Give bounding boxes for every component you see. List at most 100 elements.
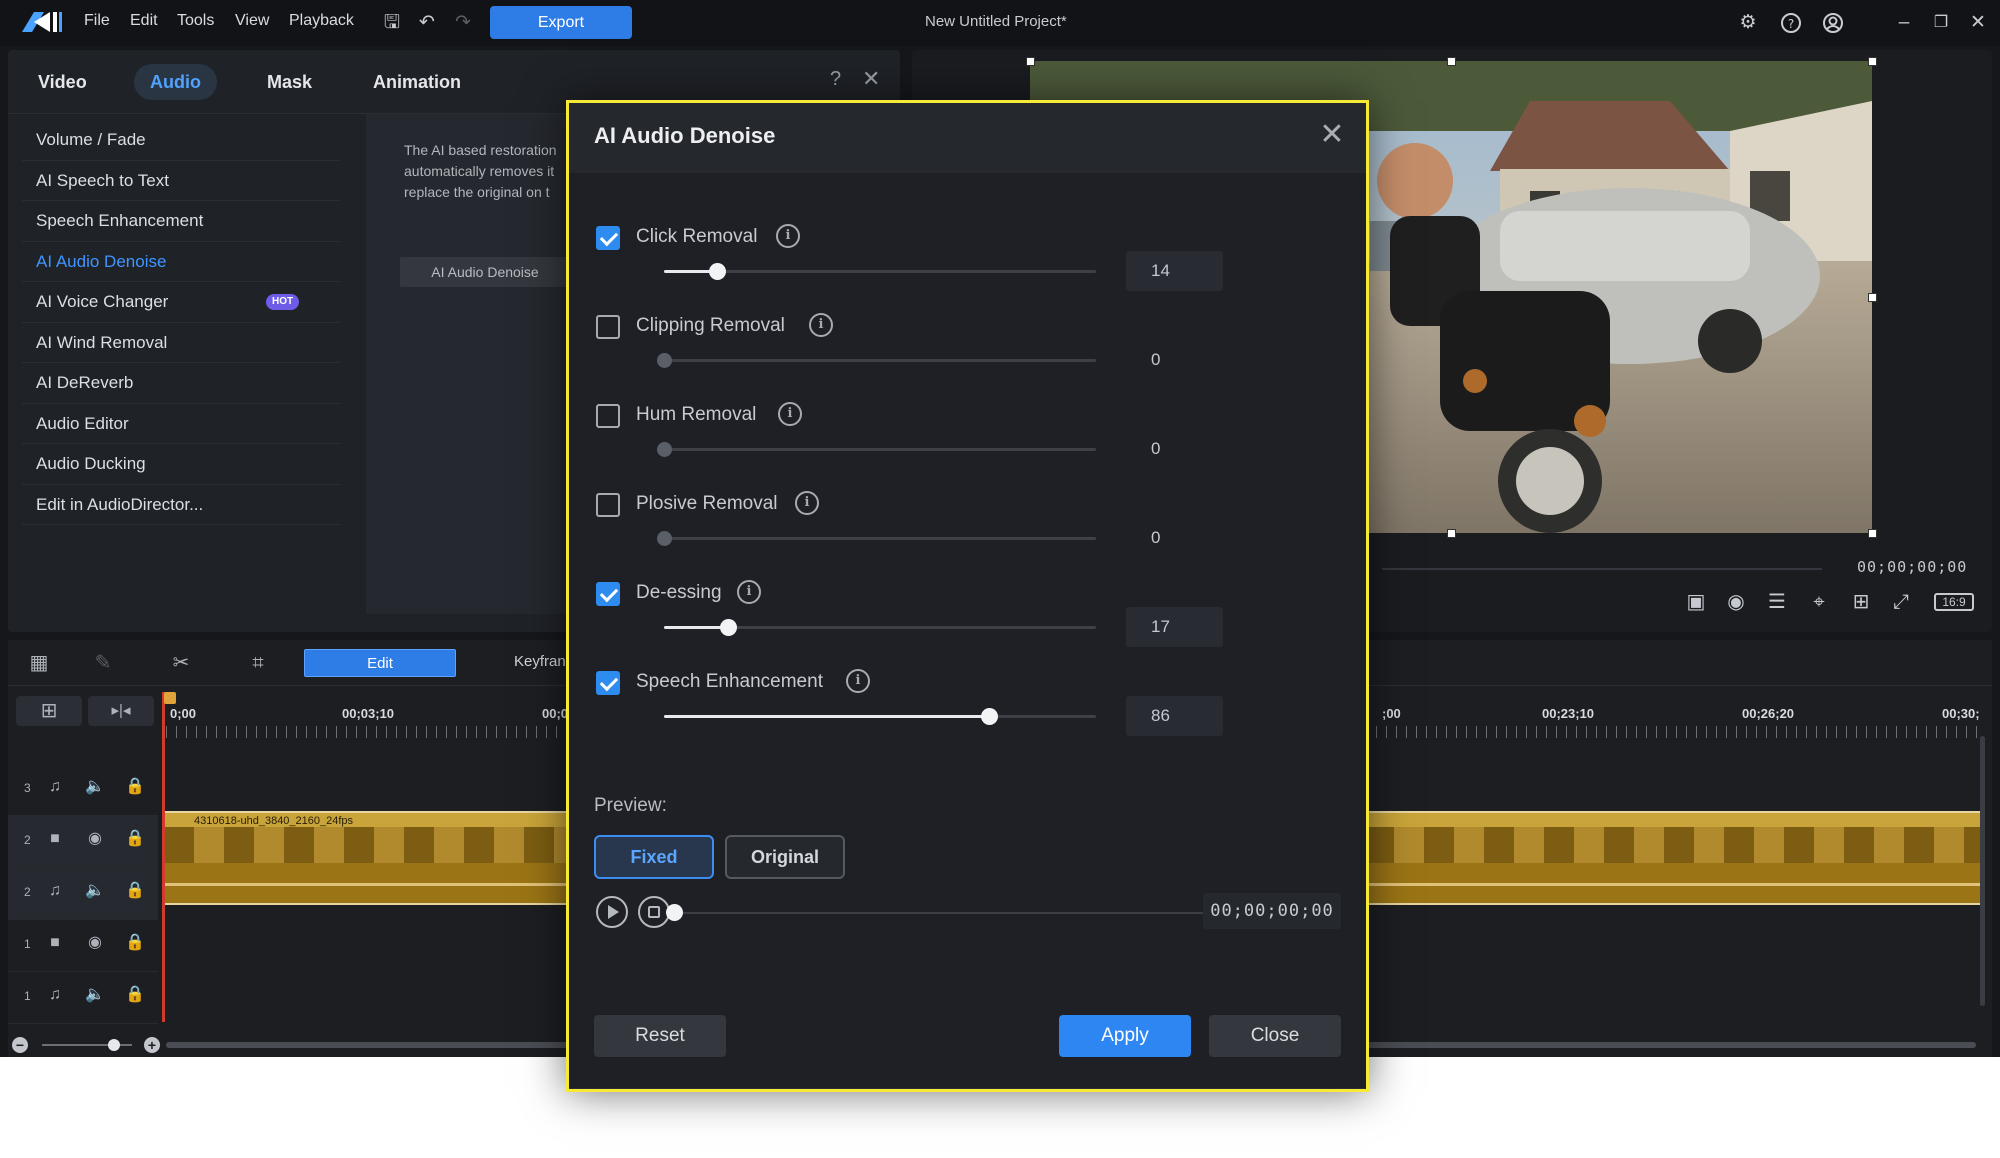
feature-ai-dereverb[interactable]: AI DeReverb (22, 363, 340, 404)
panel-help-icon[interactable]: ? (830, 68, 841, 91)
menu-view[interactable]: View (235, 12, 269, 30)
eye-icon[interactable]: ◉ (84, 828, 106, 850)
crop-icon[interactable]: ⌗ (243, 648, 273, 678)
fit-timeline-icon[interactable]: ▸|◂ (88, 696, 154, 726)
preview-fixed-button[interactable]: Fixed (594, 835, 714, 879)
speech-enhancement-value[interactable]: 86 (1126, 696, 1223, 736)
click-removal-slider[interactable] (664, 263, 1096, 280)
resize-handle[interactable] (1447, 529, 1456, 538)
feature-speech-enhancement[interactable]: Speech Enhancement (22, 201, 340, 242)
window-close-icon[interactable]: ✕ (1965, 10, 1991, 36)
zoom-icon[interactable]: ⌖ (1805, 588, 1833, 616)
resize-handle[interactable] (1026, 57, 1035, 66)
clipping-removal-value[interactable]: 0 (1126, 340, 1223, 380)
de-essing-value[interactable]: 17 (1126, 607, 1223, 647)
click-removal-value[interactable]: 14 (1126, 251, 1223, 291)
resize-handle[interactable] (1447, 57, 1456, 66)
tab-animation[interactable]: Animation (357, 64, 477, 100)
slider-knob[interactable] (708, 263, 726, 280)
aspect-ratio-button[interactable]: 16:9 (1934, 593, 1974, 611)
lock-icon[interactable]: 🔒 (124, 828, 146, 850)
de-essing-slider[interactable] (664, 619, 1096, 636)
subtitle-icon[interactable]: ☰ (1763, 588, 1791, 616)
edit-button[interactable]: Edit (304, 649, 456, 677)
save-icon[interactable]: 🖫 (379, 10, 405, 36)
undo-icon[interactable]: ↶ (414, 10, 440, 36)
speech-enhancement-checkbox[interactable] (596, 671, 620, 695)
hum-removal-value[interactable]: 0 (1126, 429, 1223, 469)
apply-button[interactable]: Apply (1059, 1015, 1191, 1057)
gear-icon[interactable]: ⚙ (1735, 10, 1761, 36)
info-icon[interactable]: i (809, 313, 833, 337)
snapshot-icon[interactable]: ▣ (1682, 588, 1710, 616)
feature-audio-editor[interactable]: Audio Editor (22, 404, 340, 444)
panel-close-icon[interactable]: ✕ (862, 66, 880, 92)
pen-icon[interactable]: ✎ (88, 648, 118, 678)
menu-tools[interactable]: Tools (177, 12, 214, 30)
preview-seek-knob[interactable] (666, 904, 683, 921)
slider-knob[interactable] (657, 442, 672, 457)
lock-icon[interactable]: 🔒 (124, 984, 146, 1006)
restore-icon[interactable]: ❐ (1928, 10, 1954, 36)
zoom-in-icon[interactable]: + (144, 1037, 160, 1053)
info-icon[interactable]: i (778, 402, 802, 426)
feature-audio-ducking[interactable]: Audio Ducking (22, 444, 340, 485)
hum-removal-checkbox[interactable] (596, 404, 620, 428)
feature-ai-wind-removal[interactable]: AI Wind Removal (22, 323, 340, 363)
slider-knob[interactable] (657, 531, 672, 546)
keyframe-button[interactable]: Keyfran (514, 653, 566, 670)
eye-icon[interactable]: ◉ (84, 932, 106, 954)
zoom-out-icon[interactable]: − (12, 1037, 28, 1053)
lock-icon[interactable]: 🔒 (124, 932, 146, 954)
plosive-removal-value[interactable]: 0 (1126, 518, 1223, 558)
info-icon[interactable]: i (795, 491, 819, 515)
de-essing-checkbox[interactable] (596, 582, 620, 606)
resize-handle[interactable] (1868, 529, 1877, 538)
speaker-icon[interactable]: 🔈 (84, 776, 106, 798)
redo-icon[interactable]: ↷ (450, 10, 476, 36)
plosive-removal-slider[interactable] (657, 531, 1096, 546)
close-button[interactable]: Close (1209, 1015, 1341, 1057)
lock-icon[interactable]: 🔒 (124, 776, 146, 798)
add-track-icon[interactable]: ⊞ (16, 696, 82, 726)
feature-ai-speech-to-text[interactable]: AI Speech to Text (22, 161, 340, 201)
fullscreen-icon[interactable]: ⤢ (1887, 588, 1915, 616)
minimize-icon[interactable]: – (1891, 10, 1917, 36)
zoom-slider-knob[interactable] (108, 1039, 120, 1051)
feature-ai-voice-changer[interactable]: AI Voice Changer HOT (22, 282, 340, 323)
menu-file[interactable]: File (84, 12, 110, 30)
menu-edit[interactable]: Edit (130, 12, 158, 30)
tab-mask[interactable]: Mask (251, 64, 328, 100)
feature-ai-audio-denoise[interactable]: AI Audio Denoise (22, 242, 340, 282)
tab-audio[interactable]: Audio (134, 64, 217, 100)
preview-seek-track[interactable] (674, 912, 1259, 914)
slider-knob[interactable] (720, 619, 738, 636)
preview-progress-track[interactable] (1382, 568, 1822, 570)
playhead[interactable] (162, 692, 165, 1022)
tab-video[interactable]: Video (22, 64, 103, 100)
speaker-icon[interactable]: 🔈 (84, 984, 106, 1006)
feature-edit-in-audiodirector[interactable]: Edit in AudioDirector... (22, 485, 340, 525)
info-icon[interactable]: i (776, 224, 800, 248)
resize-handle[interactable] (1868, 293, 1877, 302)
timeline-vertical-scrollbar[interactable] (1980, 736, 1985, 1006)
track-manager-icon[interactable]: ▦ (24, 648, 54, 678)
reset-button[interactable]: Reset (594, 1015, 726, 1057)
preview-original-button[interactable]: Original (725, 835, 845, 879)
dialog-close-icon[interactable]: ✕ (1312, 115, 1352, 155)
lock-icon[interactable]: 🔒 (124, 880, 146, 902)
help-icon[interactable]: ? (1778, 10, 1804, 36)
account-icon[interactable] (1820, 10, 1846, 36)
clipping-removal-slider[interactable] (657, 353, 1096, 368)
click-removal-checkbox[interactable] (596, 226, 620, 250)
feature-volume-fade[interactable]: Volume / Fade (22, 120, 340, 161)
slider-knob[interactable] (981, 708, 999, 725)
render-preview-icon[interactable]: ◉ (1722, 588, 1750, 616)
scissors-icon[interactable]: ✂ (166, 648, 196, 678)
resize-handle[interactable] (1868, 57, 1877, 66)
play-icon[interactable] (596, 896, 628, 928)
export-button[interactable]: Export (490, 6, 632, 39)
speaker-icon[interactable]: 🔈 (84, 880, 106, 902)
info-icon[interactable]: i (846, 669, 870, 693)
info-icon[interactable]: i (737, 580, 761, 604)
